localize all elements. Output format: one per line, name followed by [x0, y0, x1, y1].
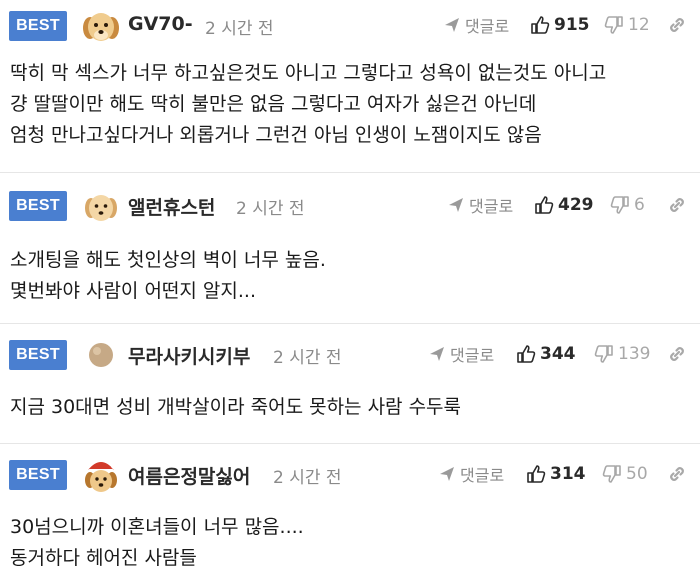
reply-label: 댓글로	[469, 197, 514, 216]
timestamp: 2 시간 전	[273, 348, 342, 368]
comment-line: 걍 딸딸이만 해도 딱히 불만은 없음 그렇다고 여자가 싫은건 아닌데	[10, 93, 537, 115]
like-button[interactable]: 344	[516, 341, 576, 367]
send-arrow-icon	[447, 196, 465, 214]
dislike-button[interactable]: 12	[604, 12, 650, 38]
nickname[interactable]: 여름은정말싫어	[128, 462, 250, 489]
comment-body: 소개팅을 해도 첫인상의 벽이 너무 높음. 몇번봐야 사람이 어떤지 알지..…	[10, 245, 326, 307]
like-count: 429	[558, 195, 594, 215]
comment-line: 엄청 만나고싶다거나 외롭거나 그런건 아님 인생이 노잼이지도 않음	[10, 124, 542, 146]
dislike-count: 6	[634, 195, 645, 215]
link-icon[interactable]	[666, 463, 688, 485]
thumbs-down-icon	[604, 15, 624, 35]
reply-label: 댓글로	[450, 346, 495, 365]
dislike-count: 12	[628, 15, 650, 35]
reply-label: 댓글로	[460, 466, 505, 485]
comment-item: BEST 여름은정말싫어 2 시간 전 댓글로 314 50 30넘으니까 이혼…	[0, 445, 700, 585]
thumbs-down-icon	[602, 464, 622, 484]
comment-line: 소개팅을 해도 첫인상의 벽이 너무 높음.	[10, 249, 326, 271]
puppy-avatar-icon[interactable]	[80, 186, 122, 228]
puppy-avatar-icon[interactable]	[80, 6, 122, 48]
reply-button[interactable]: 댓글로	[447, 192, 513, 218]
comment-line: 동거하다 헤어진 사람들	[10, 547, 197, 569]
timestamp: 2 시간 전	[205, 19, 274, 39]
like-count: 314	[550, 464, 586, 484]
thumbs-up-icon	[530, 15, 550, 35]
comment-header: BEST 여름은정말싫어 2 시간 전 댓글로 314 50	[0, 445, 700, 501]
comment-line: 몇번봐야 사람이 어떤지 알지...	[10, 280, 256, 302]
comment-header: BEST 앨런휴스턴 2 시간 전 댓글로 429 6	[0, 174, 700, 230]
comment-body: 지금 30대면 성비 개박살이라 죽어도 못하는 사람 수두룩	[10, 392, 461, 423]
nickname[interactable]: 앨런휴스턴	[128, 193, 215, 220]
egg-avatar-icon[interactable]	[80, 334, 122, 376]
send-arrow-icon	[428, 345, 446, 363]
comment-header: BEST GV70- 2 시간 전 댓글로 915 12	[0, 0, 700, 56]
thumbs-down-icon	[610, 195, 630, 215]
send-arrow-icon	[438, 465, 456, 483]
nickname[interactable]: GV70-	[128, 13, 193, 35]
best-badge: BEST	[9, 460, 67, 490]
comment-item: BEST 무라사키시키부 2 시간 전 댓글로 344 139 지금 30대면 …	[0, 325, 700, 444]
thumbs-down-icon	[594, 344, 614, 364]
link-icon[interactable]	[666, 194, 688, 216]
link-icon[interactable]	[666, 14, 688, 36]
reply-button[interactable]: 댓글로	[443, 12, 509, 38]
comment-line: 딱히 막 섹스가 너무 하고싶은것도 아니고 그렇다고 성욕이 없는것도 아니고	[10, 62, 607, 84]
like-count: 915	[554, 15, 590, 35]
thumbs-up-icon	[526, 464, 546, 484]
dislike-button[interactable]: 6	[610, 192, 645, 218]
like-button[interactable]: 915	[530, 12, 590, 38]
like-button[interactable]: 429	[534, 192, 594, 218]
comment-line: 30넘으니까 이혼녀들이 너무 많음....	[10, 516, 304, 538]
nickname[interactable]: 무라사키시키부	[128, 342, 250, 369]
best-badge: BEST	[9, 191, 67, 221]
timestamp: 2 시간 전	[273, 468, 342, 488]
comment-item: BEST GV70- 2 시간 전 댓글로 915 12 딱히 막 섹스가 너무…	[0, 0, 700, 173]
link-icon[interactable]	[666, 343, 688, 365]
best-badge: BEST	[9, 340, 67, 370]
reply-button[interactable]: 댓글로	[428, 341, 494, 367]
comment-header: BEST 무라사키시키부 2 시간 전 댓글로 344 139	[0, 325, 700, 381]
comment-line: 지금 30대면 성비 개박살이라 죽어도 못하는 사람 수두룩	[10, 396, 462, 418]
send-arrow-icon	[443, 16, 461, 34]
like-button[interactable]: 314	[526, 461, 586, 487]
dislike-button[interactable]: 139	[594, 341, 650, 367]
reply-label: 댓글로	[465, 17, 510, 36]
comment-item: BEST 앨런휴스턴 2 시간 전 댓글로 429 6 소개팅을 해도 첫인상의…	[0, 174, 700, 324]
dislike-count: 139	[618, 344, 651, 364]
thumbs-up-icon	[516, 344, 536, 364]
timestamp: 2 시간 전	[236, 199, 305, 219]
comment-body: 30넘으니까 이혼녀들이 너무 많음.... 동거하다 헤어진 사람들	[10, 512, 304, 574]
puppy-santa-avatar-icon[interactable]	[80, 454, 122, 496]
dislike-button[interactable]: 50	[602, 461, 648, 487]
like-count: 344	[540, 344, 576, 364]
dislike-count: 50	[626, 464, 648, 484]
comment-body: 딱히 막 섹스가 너무 하고싶은것도 아니고 그렇다고 성욕이 없는것도 아니고…	[10, 58, 606, 151]
reply-button[interactable]: 댓글로	[438, 461, 504, 487]
best-badge: BEST	[9, 11, 67, 41]
thumbs-up-icon	[534, 195, 554, 215]
